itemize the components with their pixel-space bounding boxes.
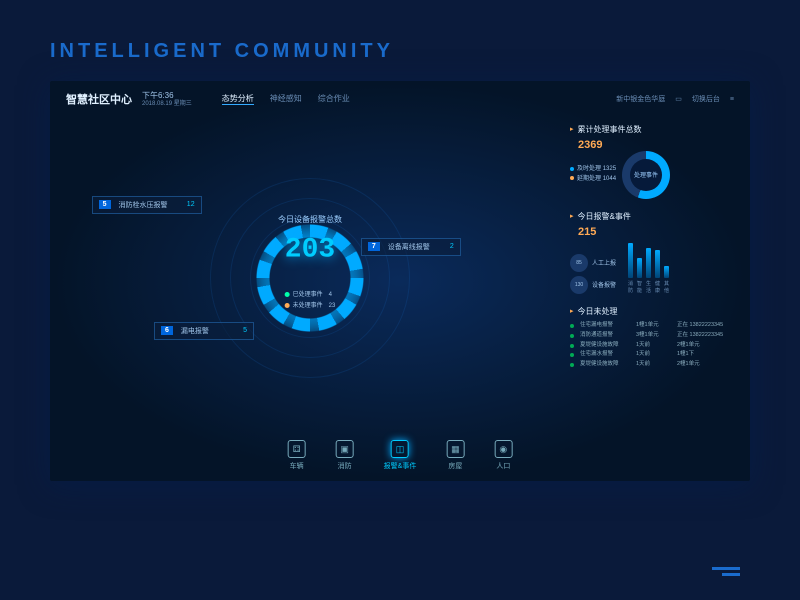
car-icon: ⚃ xyxy=(288,440,306,458)
sub-stats: 已处理事件 4 未处理事件 23 xyxy=(285,290,336,312)
callout-leakage[interactable]: 6 漏电报警 5 xyxy=(154,322,254,340)
nav-item-perception[interactable]: 神经感知 xyxy=(270,93,302,105)
table-row[interactable]: 消防通道报警3幢1单元正在 13822223345 xyxy=(570,331,738,341)
table-row[interactable]: 夏堤健设施故障1天前2幢1单元 xyxy=(570,341,738,351)
nav-alarm[interactable]: ◫报警&事件 xyxy=(384,440,417,471)
header-right: 新中银金色华庭 ▭ 切换后台 ≡ xyxy=(616,94,734,104)
pending-table: 住宅漏电报警1幢1单元正在 13822223345消防通道报警3幢1单元正在 1… xyxy=(570,321,738,370)
switch-backend[interactable]: 切换后台 xyxy=(692,94,720,104)
today-value: 215 xyxy=(578,226,738,238)
nav-vehicle[interactable]: ⚃车辆 xyxy=(288,440,306,471)
radar-ring: 今日设备报警总数 203 已处理事件 4 未处理事件 23 xyxy=(210,178,410,378)
callout-hydrant[interactable]: 5 消防栓水压报警 12 xyxy=(92,196,202,214)
nav-item-analysis[interactable]: 态势分析 xyxy=(222,93,254,105)
right-panel: 累计处理事件总数 2369 及时处理 1325 延期处理 1044 处理事件 今… xyxy=(570,118,750,418)
alarm-icon: ◫ xyxy=(391,440,409,458)
donut-chart: 处理事件 xyxy=(622,151,670,199)
center-label: 今日设备报警总数 xyxy=(278,214,342,225)
today-pies: 85人工上报 130设备报警 xyxy=(570,254,616,294)
total-value: 2369 xyxy=(578,139,738,151)
bar-chart: 消防智能生活健康其他 xyxy=(624,238,669,294)
total-title: 累计处理事件总数 xyxy=(570,124,738,135)
menu-icon[interactable]: ≡ xyxy=(730,96,734,103)
dashboard: 智慧社区中心 下午6:36 2018.08.19 星期三 态势分析 神经感知 综… xyxy=(50,81,750,481)
monitor-icon[interactable]: ▭ xyxy=(675,95,682,103)
nav-item-operations[interactable]: 综合作业 xyxy=(318,93,350,105)
nav-fire[interactable]: ▣消防 xyxy=(336,440,354,471)
today-title: 今日报警&事件 xyxy=(570,211,738,222)
accent-decoration xyxy=(712,567,740,570)
callout-offline[interactable]: 7 设备离线报警 2 xyxy=(361,238,461,256)
table-row[interactable]: 住宅漏水报警1天前1幢1下 xyxy=(570,350,738,360)
table-row[interactable]: 住宅漏电报警1幢1单元正在 13822223345 xyxy=(570,321,738,331)
location-select[interactable]: 新中银金色华庭 xyxy=(616,94,665,104)
page-title: INTELLIGENT COMMUNITY xyxy=(50,40,750,63)
table-row[interactable]: 夏堤健设施故障1天前2幢1单元 xyxy=(570,360,738,370)
nav: 态势分析 神经感知 综合作业 xyxy=(222,93,350,105)
building-icon: ▦ xyxy=(446,440,464,458)
section-total: 累计处理事件总数 2369 及时处理 1325 延期处理 1044 处理事件 xyxy=(570,124,738,199)
person-icon: ◉ xyxy=(494,440,512,458)
section-today: 今日报警&事件 215 85人工上报 130设备报警 消防智能生活健康其他 xyxy=(570,211,738,294)
pending-title: 今日未处理 xyxy=(570,306,738,317)
fire-icon: ▣ xyxy=(336,440,354,458)
time: 下午6:36 xyxy=(142,91,192,101)
center-stage: 今日设备报警总数 203 已处理事件 4 未处理事件 23 5 消防栓水压报警 … xyxy=(50,118,570,418)
nav-people[interactable]: ◉人口 xyxy=(494,440,512,471)
time-block: 下午6:36 2018.08.19 星期三 xyxy=(142,91,192,108)
date: 2018.08.19 星期三 xyxy=(142,101,192,108)
section-pending: 今日未处理 住宅漏电报警1幢1单元正在 13822223345消防通道报警3幢1… xyxy=(570,306,738,370)
bottom-nav: ⚃车辆 ▣消防 ◫报警&事件 ▦房屋 ◉人口 xyxy=(288,440,513,471)
nav-house[interactable]: ▦房屋 xyxy=(446,440,464,471)
header: 智慧社区中心 下午6:36 2018.08.19 星期三 态势分析 神经感知 综… xyxy=(50,81,750,118)
total-legend: 及时处理 1325 延期处理 1044 xyxy=(570,165,616,184)
alarm-total: 203 xyxy=(285,234,335,265)
logo: 智慧社区中心 xyxy=(66,91,132,107)
